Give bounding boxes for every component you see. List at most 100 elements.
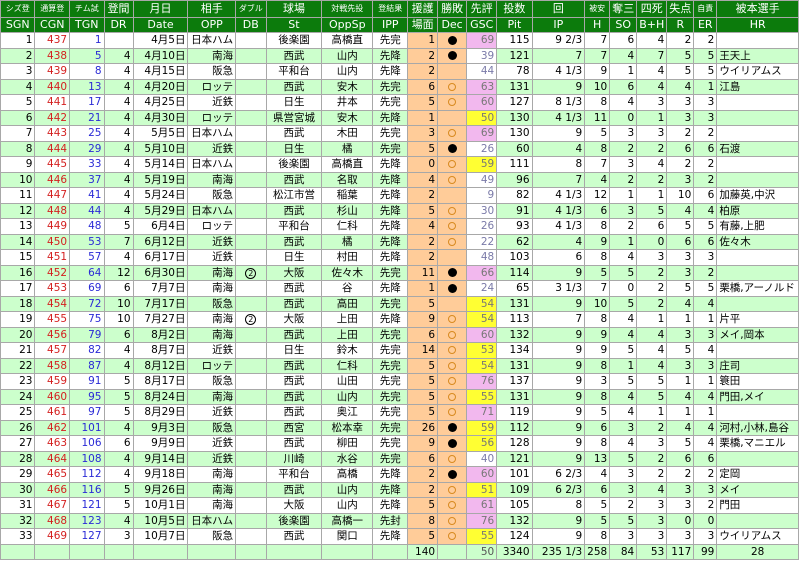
hr-cell: 簑田 [716, 373, 799, 390]
bb-cell: 2 [636, 264, 668, 281]
decision-cell [437, 264, 468, 281]
hr-cell: 定岡 [716, 466, 799, 483]
date-cell: 9月9日 [132, 435, 189, 452]
support-cell: 8 [407, 512, 439, 529]
opponent-cell: 近鉄 [187, 140, 237, 157]
opponent-cell: 南海 [187, 388, 237, 405]
hr-cell [716, 94, 799, 111]
decision-cell [437, 187, 468, 204]
decision-cell [437, 280, 468, 297]
runs-cell: 4 [666, 78, 695, 95]
sgn-cell: 14 [0, 233, 36, 250]
date-cell: 5月19日 [132, 171, 189, 188]
header-en-cell: DB [235, 17, 267, 33]
dr-cell: 4 [103, 171, 134, 188]
date-cell: 7月17日 [132, 295, 189, 312]
runs-cell: 2 [666, 466, 695, 483]
bb-cell: 2 [636, 280, 668, 297]
pitches-cell: 65 [496, 280, 533, 297]
sgn-cell: 22 [0, 357, 36, 374]
header-jp-cell: 相手 [187, 0, 237, 18]
result-cell: 先完 [372, 140, 409, 157]
support-cell: 2 [407, 481, 439, 498]
bb-cell: 4 [636, 78, 668, 95]
result-cell: 先降 [372, 481, 409, 498]
header-en-cell: OppSp [321, 17, 374, 33]
pitches-cell: 130 [496, 125, 533, 142]
er-cell: 3 [693, 109, 718, 126]
stadium-cell: 大阪 [265, 311, 323, 328]
date-cell: 4月10日 [132, 47, 189, 64]
hits-cell: 8 [584, 140, 611, 157]
runs-cell: 3 [666, 249, 695, 266]
tgn-cell: 127 [69, 528, 105, 545]
cgn-cell: 446 [34, 171, 71, 188]
decision-cell [437, 357, 468, 374]
er-cell: 6 [693, 187, 718, 204]
date-cell: 5月10日 [132, 140, 189, 157]
total-support: 140 [407, 543, 439, 560]
hits-cell: 6 [584, 481, 611, 498]
sgn-cell: 30 [0, 481, 36, 498]
er-cell: 2 [693, 497, 718, 514]
stadium-cell: 西武 [265, 326, 323, 343]
cgn-cell: 457 [34, 342, 71, 359]
tgn-cell: 123 [69, 512, 105, 529]
tgn-cell: 79 [69, 326, 105, 343]
total-hits: 258 [584, 543, 611, 560]
opp-starter-cell: 名取 [321, 171, 374, 188]
header-jp-cell: 登結果 [372, 0, 409, 18]
date-cell: 5月24日 [132, 187, 189, 204]
hr-cell [716, 249, 799, 266]
double-cell [235, 373, 267, 390]
result-cell: 先降 [372, 233, 409, 250]
gsc-cell: 69 [466, 32, 498, 49]
table-row: 1 437 1 4月5日 日本ハム 後楽園 高橋直 先完 1 69 115 9 2/3 7 6 4 2 2 [0, 32, 799, 49]
tgn-cell: 112 [69, 466, 105, 483]
support-cell: 6 [407, 326, 439, 343]
hits-cell: 5 [584, 125, 611, 142]
pitches-cell: 131 [496, 295, 533, 312]
table-row: 30 466 116 5 9月26日 南海 西武 山内 先降 2 51 109 6 2/3 6 3 4 3 3 メイ [0, 481, 799, 498]
so-cell: 3 [609, 466, 638, 483]
er-cell: 2 [693, 466, 718, 483]
cgn-cell: 453 [34, 280, 71, 297]
win-circle-icon [447, 268, 457, 277]
opp-starter-cell: 安木 [321, 109, 374, 126]
opp-starter-cell: 高橋直 [321, 156, 374, 173]
double-cell [235, 233, 267, 250]
so-cell: 4 [609, 388, 638, 405]
dr-cell: 6 [103, 435, 134, 452]
table-row: 32 468 123 4 10月5日 日本ハム 後楽園 高橋一 先封 8 76 132 9 5 5 3 0 0 [0, 512, 799, 529]
win-circle-icon [447, 469, 457, 479]
header-en-cell: GSC [466, 17, 498, 33]
loss-circle-icon [448, 98, 457, 106]
hr-cell [716, 512, 799, 529]
so-cell: 5 [609, 373, 638, 390]
date-cell: 8月17日 [132, 373, 189, 390]
er-cell: 3 [693, 249, 718, 266]
gsc-cell: 39 [466, 47, 498, 64]
cgn-cell: 464 [34, 450, 71, 467]
result-cell: 先降 [372, 218, 409, 235]
date-cell: 6月30日 [132, 264, 189, 281]
support-cell: 6 [407, 78, 439, 95]
so-cell: 0 [609, 280, 638, 297]
opp-starter-cell: 山内 [321, 47, 374, 64]
ip-cell: 7 [531, 47, 586, 64]
so-cell: 5 [609, 512, 638, 529]
double-cell [235, 295, 267, 312]
header-en-cell: SGN [0, 17, 36, 33]
bb-cell: 2 [636, 450, 668, 467]
stadium-cell: 平和台 [265, 63, 323, 80]
hr-cell: 江島 [716, 78, 799, 95]
total-er: 99 [693, 543, 718, 560]
bb-cell: 4 [636, 32, 668, 49]
decision-cell [437, 171, 468, 188]
opponent-cell: ロッテ [187, 78, 237, 95]
runs-cell: 2 [666, 32, 695, 49]
er-cell: 4 [693, 435, 718, 452]
opponent-cell: 日本ハム [187, 125, 237, 142]
opponent-cell: 日本ハム [187, 32, 237, 49]
gsc-cell: 40 [466, 450, 498, 467]
